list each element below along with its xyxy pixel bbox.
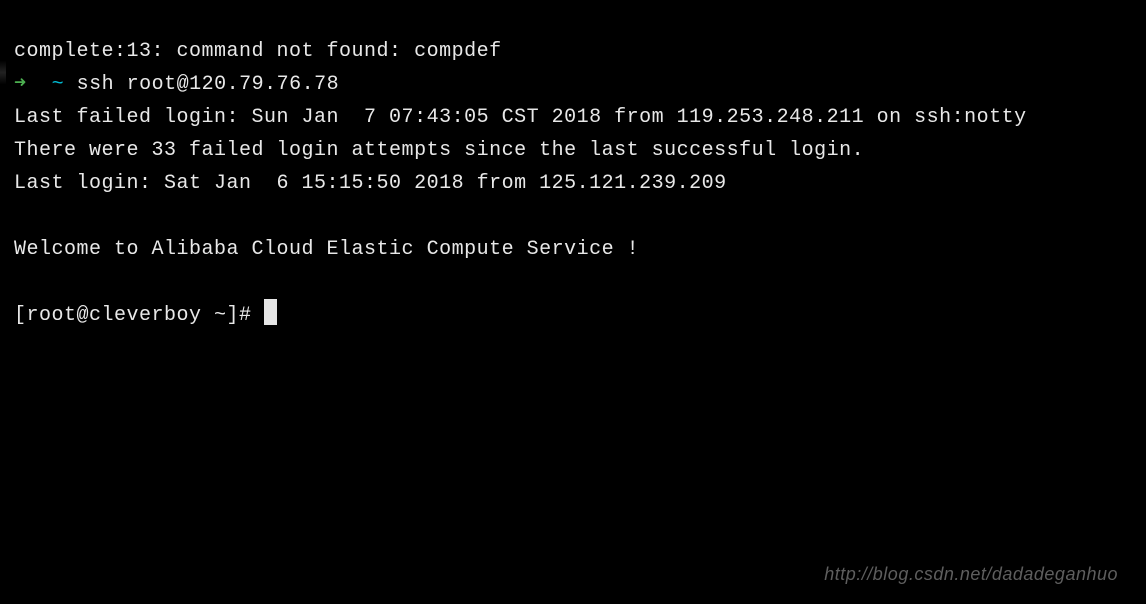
welcome-line: Welcome to Alibaba Cloud Elastic Compute… xyxy=(14,233,1146,266)
last-login-line: Last login: Sat Jan 6 15:15:50 2018 from… xyxy=(14,167,1146,200)
shell-prompt-line[interactable]: [root@cleverboy ~]# xyxy=(14,299,1146,332)
ssh-command-text: ssh root@120.79.76.78 xyxy=(77,73,340,96)
failed-attempts-line: There were 33 failed login attempts sinc… xyxy=(14,134,1146,167)
prompt-tilde: ~ xyxy=(52,73,65,96)
error-line: complete:13: command not found: compdef xyxy=(14,35,1146,68)
prompt-arrow-icon: ➜ xyxy=(14,73,27,96)
window-left-edge xyxy=(0,0,6,604)
watermark-text: http://blog.csdn.net/dadadeganhuo xyxy=(824,560,1118,590)
shell-prompt-text: [root@cleverboy ~]# xyxy=(14,304,264,327)
cursor-icon xyxy=(264,299,277,325)
ssh-command-line: ➜ ~ ssh root@120.79.76.78 xyxy=(14,68,1146,101)
blank-line-1 xyxy=(14,200,1146,233)
terminal-output[interactable]: complete:13: command not found: compdef➜… xyxy=(14,2,1146,365)
blank-line-2 xyxy=(14,266,1146,299)
last-failed-login-line: Last failed login: Sun Jan 7 07:43:05 CS… xyxy=(14,101,1146,134)
